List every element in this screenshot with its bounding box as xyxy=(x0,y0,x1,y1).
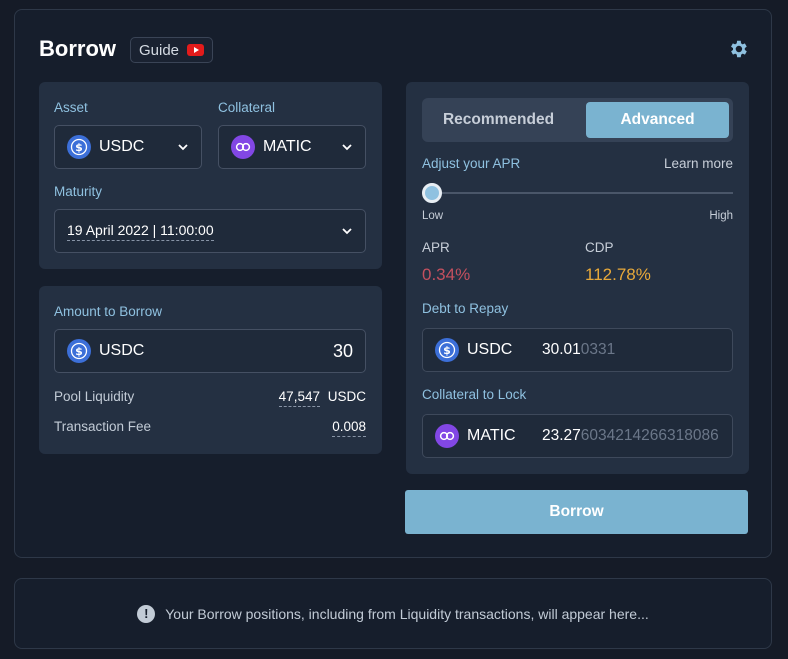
debt-value: 30.010331 xyxy=(542,341,616,358)
positions-notice: ! Your Borrow positions, including from … xyxy=(14,578,772,649)
collateral-lock-value: 23.276034214266318086 xyxy=(542,427,719,444)
fee-label: Transaction Fee xyxy=(54,419,152,434)
chevron-down-icon xyxy=(342,228,352,235)
pool-liquidity-value: 47,547 xyxy=(278,389,320,407)
notice-text: Your Borrow positions, including from Li… xyxy=(165,605,649,622)
borrow-button[interactable]: Borrow xyxy=(405,490,748,534)
maturity-select[interactable]: 19 April 2022 | 11:00:00 xyxy=(54,209,366,253)
borrow-card: Borrow Guide Asset Collateral $ USDC MAT… xyxy=(14,9,772,558)
amount-label: Amount to Borrow xyxy=(54,304,163,319)
debt-asset: USDC xyxy=(467,341,513,358)
slider-high-label: High xyxy=(709,210,733,222)
apr-value: 0.34% xyxy=(422,265,471,284)
pool-liquidity-unit: USDC xyxy=(327,389,366,404)
guide-button[interactable]: Guide xyxy=(130,37,213,63)
info-icon: ! xyxy=(137,604,156,623)
fee-row: Transaction Fee 0.008 xyxy=(54,419,366,437)
debt-label: Debt to Repay xyxy=(422,301,509,316)
collateral-lock-box: MATIC 23.276034214266318086 xyxy=(422,414,733,458)
cdp-value: 112.78% xyxy=(585,265,651,284)
svg-text:$: $ xyxy=(75,345,83,358)
asset-panel: Asset Collateral $ USDC MATIC Maturity 1… xyxy=(39,82,382,269)
apr-panel: Recommended Advanced Adjust your APR Lea… xyxy=(406,82,749,474)
debt-box: $ USDC 30.010331 xyxy=(422,328,733,372)
chevron-down-icon xyxy=(342,144,352,151)
amount-input[interactable]: $ USDC 30 xyxy=(54,329,366,373)
collateral-value: MATIC xyxy=(263,138,312,155)
youtube-icon xyxy=(187,44,205,56)
collateral-label: Collateral xyxy=(218,100,276,115)
matic-icon xyxy=(231,135,255,159)
asset-select[interactable]: $ USDC xyxy=(54,125,202,169)
pool-liquidity-label: Pool Liquidity xyxy=(54,389,135,404)
guide-label: Guide xyxy=(138,41,180,59)
pool-liquidity-row: Pool Liquidity 47,547 USDC xyxy=(54,389,366,407)
svg-text:$: $ xyxy=(443,344,451,357)
adjust-apr-label: Adjust your APR xyxy=(422,156,521,171)
page-title: Borrow xyxy=(39,36,116,61)
usdc-icon: $ xyxy=(67,339,91,363)
asset-value: USDC xyxy=(99,138,145,155)
apr-slider-track[interactable] xyxy=(422,192,733,194)
matic-icon xyxy=(435,424,459,448)
collateral-lock-label: Collateral to Lock xyxy=(422,387,527,402)
apr-slider-thumb[interactable] xyxy=(422,183,442,203)
usdc-icon: $ xyxy=(435,338,459,362)
cdp-label: CDP xyxy=(585,240,614,255)
chevron-down-icon xyxy=(178,144,188,151)
amount-asset: USDC xyxy=(99,342,145,359)
tab-recommended[interactable]: Recommended xyxy=(426,102,571,138)
asset-label: Asset xyxy=(54,100,88,115)
learn-more-link[interactable]: Learn more xyxy=(664,156,733,171)
collateral-lock-asset: MATIC xyxy=(467,427,516,444)
tab-advanced[interactable]: Advanced xyxy=(586,102,729,138)
amount-value[interactable]: 30 xyxy=(333,341,353,362)
svg-text:$: $ xyxy=(75,141,83,154)
apr-label: APR xyxy=(422,240,450,255)
gear-icon[interactable] xyxy=(727,38,749,60)
maturity-value: 19 April 2022 | 11:00:00 xyxy=(67,222,214,241)
maturity-label: Maturity xyxy=(54,184,103,199)
slider-low-label: Low xyxy=(422,210,444,222)
collateral-select[interactable]: MATIC xyxy=(218,125,366,169)
amount-panel: Amount to Borrow $ USDC 30 Pool Liquidit… xyxy=(39,286,382,454)
mode-toggle: Recommended Advanced xyxy=(422,98,733,142)
usdc-icon: $ xyxy=(67,135,91,159)
fee-value: 0.008 xyxy=(332,419,366,437)
